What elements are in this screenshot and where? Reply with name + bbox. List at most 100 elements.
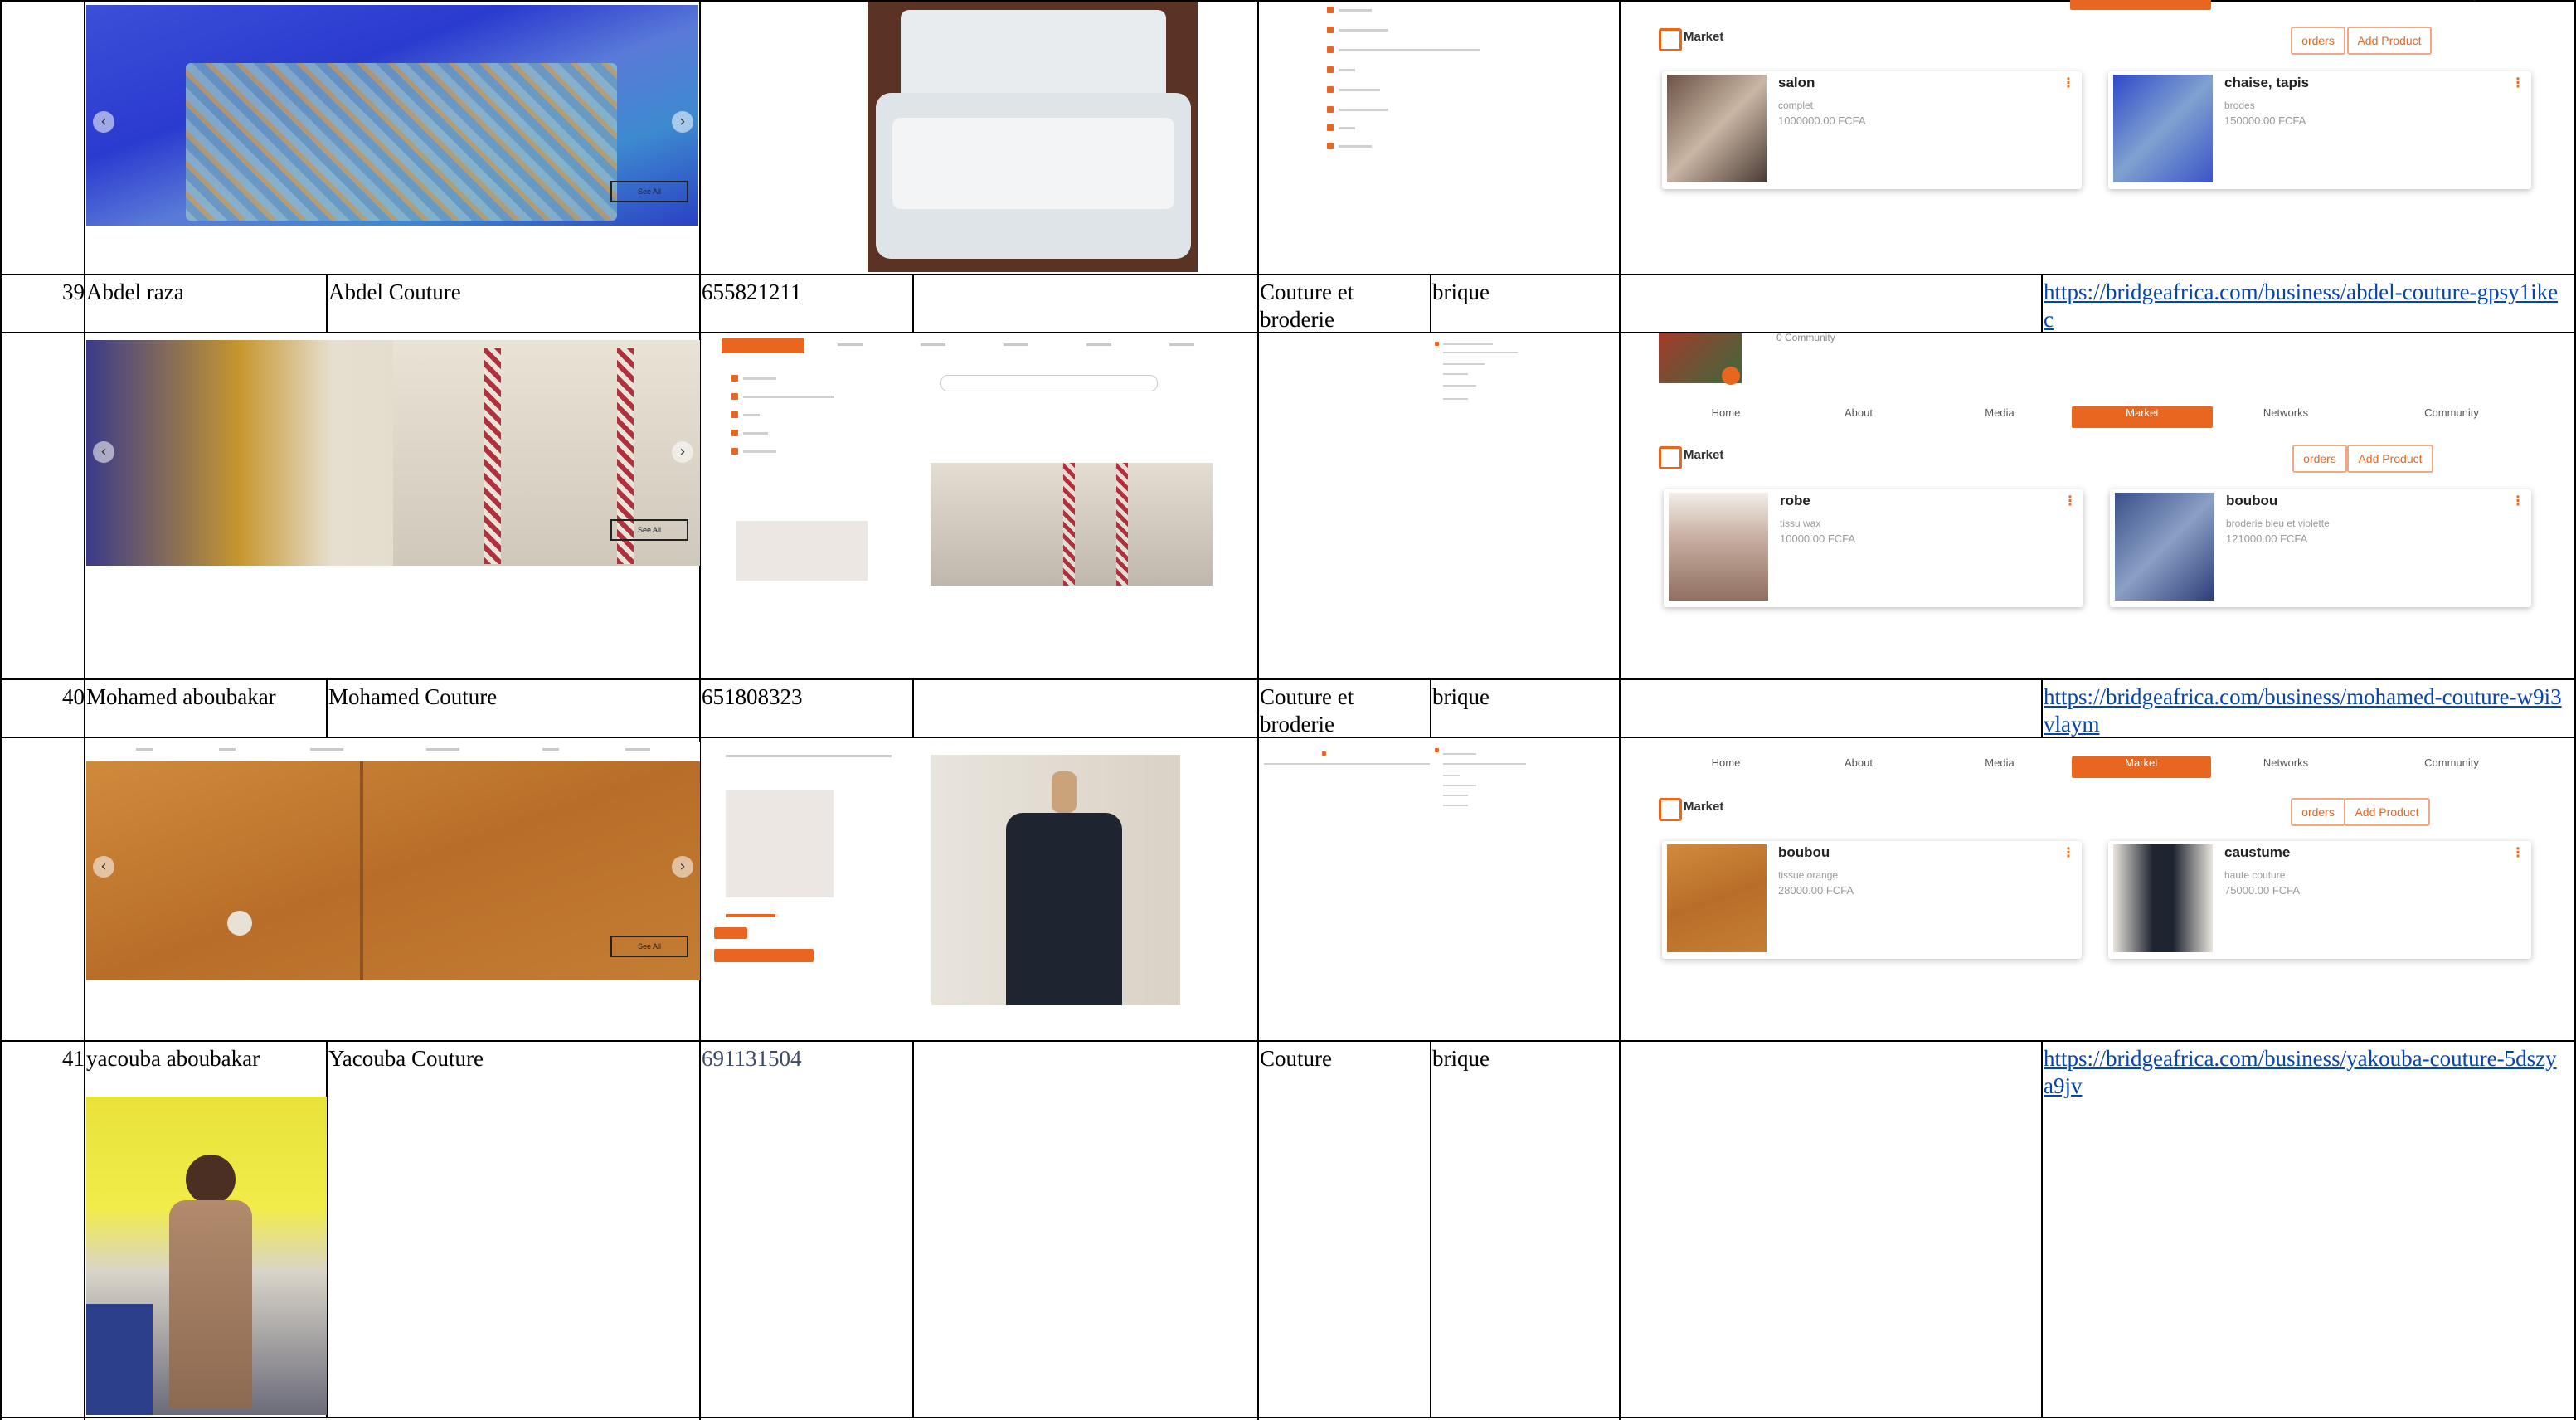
phone-number: 691131504 bbox=[702, 1046, 802, 1071]
sidebar-screenshot bbox=[1435, 340, 1617, 456]
more-options-icon[interactable]: ⋮ bbox=[2511, 844, 2525, 860]
owner-name: Mohamed aboubakar bbox=[86, 684, 276, 709]
nav-about[interactable]: About bbox=[1821, 406, 1896, 428]
nav-media[interactable]: Media bbox=[1962, 756, 2037, 778]
next-arrow-icon[interactable]: › bbox=[672, 856, 693, 878]
sidebar-screenshot bbox=[1264, 748, 1617, 848]
next-arrow-icon[interactable]: › bbox=[672, 441, 693, 463]
row-number: 40 bbox=[62, 684, 85, 709]
nav-home[interactable]: Home bbox=[1689, 756, 1763, 778]
product-desc: haute couture bbox=[2224, 869, 2286, 881]
nav-about[interactable]: About bbox=[1821, 756, 1896, 778]
market-screenshot-2: 0 Community Home About Media Market Netw… bbox=[1655, 333, 2568, 615]
market-nav: Home About Media Market Networks Communi… bbox=[1655, 406, 2568, 428]
business-url-link[interactable]: https://bridgeafrica.com/business/abdel-… bbox=[2044, 279, 2566, 333]
prev-arrow-icon[interactable]: ‹ bbox=[93, 856, 114, 878]
product-price: 150000.00 FCFA bbox=[2224, 114, 2306, 127]
category: Couture et broderie bbox=[1260, 280, 1354, 332]
product-card[interactable]: salon complet 1000000.00 FCFA ⋮ bbox=[1662, 71, 2082, 189]
profile-screenshot bbox=[722, 337, 1257, 589]
market-icon bbox=[1659, 28, 1682, 51]
more-options-icon[interactable]: ⋮ bbox=[2063, 493, 2077, 508]
community-count: 0 Community bbox=[1776, 333, 1835, 343]
row-number: 41 bbox=[62, 1046, 85, 1071]
add-product-button[interactable]: Add Product bbox=[2344, 798, 2430, 826]
clothing-rack-photo: ‹ › See All bbox=[86, 340, 700, 566]
nav-market[interactable]: Market bbox=[2070, 0, 2211, 10]
more-options-icon[interactable]: ⋮ bbox=[2511, 75, 2525, 90]
phone-number: 655821211 bbox=[702, 280, 802, 304]
product-price: 10000.00 FCFA bbox=[1780, 532, 1856, 545]
phone-number: 651808323 bbox=[702, 684, 803, 709]
product-name: robe bbox=[1780, 493, 1810, 508]
prev-arrow-icon[interactable]: ‹ bbox=[93, 111, 114, 133]
sidebar-screenshot bbox=[1327, 3, 1493, 161]
row-number: 39 bbox=[62, 280, 85, 304]
nav-networks[interactable]: Networks bbox=[2244, 406, 2327, 428]
see-all-button[interactable]: See All bbox=[610, 181, 688, 202]
market-nav: Home About Media Market Networks Communi… bbox=[1655, 756, 2568, 778]
market-screenshot-3: Home About Media Market Networks Communi… bbox=[1655, 740, 2568, 980]
nav-home[interactable]: Home bbox=[1689, 406, 1763, 428]
category: Couture et broderie bbox=[1260, 684, 1354, 737]
nav-media[interactable]: Media bbox=[1962, 406, 2037, 428]
product-price: 75000.00 FCFA bbox=[2224, 884, 2301, 897]
market-icon bbox=[1659, 446, 1682, 469]
product-card[interactable]: boubou broderie bleu et violette 121000.… bbox=[2110, 489, 2531, 607]
business-name: Abdel Couture bbox=[328, 280, 461, 304]
material: brique bbox=[1432, 280, 1490, 304]
business-url-link[interactable]: https://bridgeafrica.com/business/mohame… bbox=[2044, 683, 2566, 738]
material: brique bbox=[1432, 1046, 1490, 1071]
orders-button[interactable]: orders bbox=[2291, 798, 2345, 826]
orders-button[interactable]: orders bbox=[2292, 445, 2347, 473]
orders-button[interactable]: orders bbox=[2291, 27, 2345, 55]
add-product-button[interactable]: Add Product bbox=[2347, 27, 2432, 55]
more-options-icon[interactable]: ⋮ bbox=[2511, 493, 2525, 508]
more-options-icon[interactable]: ⋮ bbox=[2062, 844, 2075, 860]
product-name: boubou bbox=[2226, 493, 2278, 508]
profile-screenshot bbox=[701, 740, 1256, 1005]
market-nav: Home About Media Market Networks Communi… bbox=[1655, 0, 2568, 10]
tailor-photo bbox=[86, 1097, 327, 1415]
white-sofa-photo bbox=[868, 2, 1198, 272]
add-product-button[interactable]: Add Product bbox=[2347, 445, 2433, 473]
nav-about[interactable]: About bbox=[1821, 0, 1896, 10]
product-name: chaise, tapis bbox=[2224, 75, 2310, 90]
more-options-icon[interactable]: ⋮ bbox=[2062, 75, 2075, 90]
nav-media[interactable]: Media bbox=[1962, 0, 2037, 10]
see-all-button[interactable]: See All bbox=[610, 519, 688, 541]
nav-home[interactable]: Home bbox=[1689, 0, 1763, 10]
product-name: salon bbox=[1778, 75, 1815, 90]
product-desc: broderie bleu et violette bbox=[2226, 518, 2330, 529]
nav-networks[interactable]: Networks bbox=[2244, 0, 2327, 10]
prev-arrow-icon[interactable]: ‹ bbox=[93, 441, 114, 463]
product-card[interactable]: boubou tissue orange 28000.00 FCFA ⋮ bbox=[1662, 841, 2082, 959]
nav-community[interactable]: Community bbox=[2402, 0, 2501, 10]
market-screenshot-1: Home About Media Market Networks Communi… bbox=[1655, 0, 2568, 199]
see-all-button[interactable]: See All bbox=[610, 936, 688, 957]
next-arrow-icon[interactable]: › bbox=[672, 111, 693, 133]
nav-community[interactable]: Community bbox=[2402, 406, 2501, 428]
product-desc: tissue orange bbox=[1778, 869, 1839, 881]
owner-name: yacouba aboubakar bbox=[86, 1046, 260, 1071]
product-price: 1000000.00 FCFA bbox=[1778, 114, 1866, 127]
product-price: 28000.00 FCFA bbox=[1778, 884, 1854, 897]
product-card[interactable]: robe tissu wax 10000.00 FCFA ⋮ bbox=[1664, 489, 2083, 607]
nav-networks[interactable]: Networks bbox=[2244, 756, 2327, 778]
nav-community[interactable]: Community bbox=[2402, 756, 2501, 778]
nav-market[interactable]: Market bbox=[2072, 406, 2213, 428]
product-card[interactable]: caustume haute couture 75000.00 FCFA ⋮ bbox=[2108, 841, 2531, 959]
product-desc: brodes bbox=[2224, 100, 2255, 111]
market-title: Market bbox=[1684, 30, 1724, 44]
nav-market[interactable]: Market bbox=[2072, 756, 2211, 778]
product-desc: tissu wax bbox=[1780, 518, 1821, 529]
market-title: Market bbox=[1684, 448, 1724, 462]
category: Couture bbox=[1260, 1046, 1332, 1071]
sofa-photo-blue: ‹ › See All bbox=[86, 5, 698, 226]
market-icon bbox=[1659, 798, 1682, 821]
camera-icon[interactable] bbox=[1722, 367, 1740, 385]
business-url-link[interactable]: https://bridgeafrica.com/business/yakoub… bbox=[2044, 1045, 2566, 1100]
product-price: 121000.00 FCFA bbox=[2226, 532, 2308, 545]
product-card[interactable]: chaise, tapis brodes 150000.00 FCFA ⋮ bbox=[2108, 71, 2531, 189]
business-name: Yacouba Couture bbox=[328, 1046, 484, 1071]
